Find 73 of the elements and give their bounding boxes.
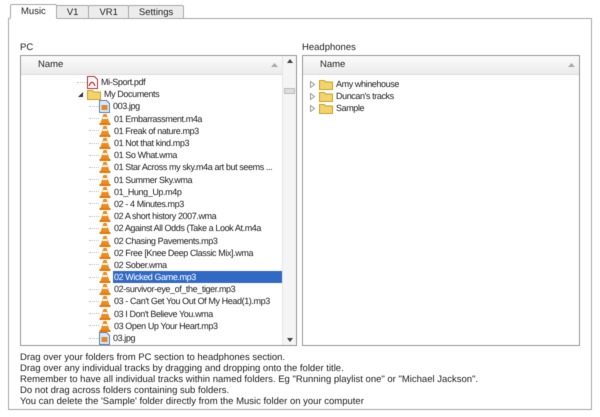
tree-item[interactable]: 03.jpg: [112, 332, 136, 344]
instruction-text: Drag over any individual tracks by dragging and dropping onto the folder title.: [20, 363, 345, 374]
traffic-cone-icon: [99, 308, 111, 320]
tree-item[interactable]: 02-survivor-eye_of_the_tiger.mp3: [113, 283, 236, 296]
traffic-cone-icon: [99, 283, 111, 296]
section-label: PC: [20, 41, 34, 55]
traffic-cone-icon: [99, 161, 111, 174]
traffic-cone-icon: [99, 246, 111, 259]
traffic-cone-icon: [99, 320, 111, 332]
collapsed-arrow-icon[interactable]: [309, 92, 316, 100]
folder-icon: [87, 88, 101, 100]
tree-item[interactable]: 03 Open Up Your Heart.mp3: [113, 320, 219, 332]
section-label: Headphones: [302, 41, 357, 55]
traffic-cone-icon: [99, 198, 111, 210]
tree-item[interactable]: 01 Not that kind.mp3: [113, 137, 190, 150]
tree-item[interactable]: 003.jpg: [112, 100, 141, 112]
tree-item[interactable]: 02 Sober.wma: [113, 258, 168, 271]
traffic-cone-icon: [99, 295, 111, 308]
traffic-cone-icon: [99, 271, 111, 284]
instruction-text: Remember to have all individual tracks within named folders. Eg "Running playlist one" or "Michael Jackson".: [20, 374, 480, 385]
tree-item[interactable]: 01 Summer Sky.wma: [113, 174, 194, 186]
image-file-icon: [99, 332, 110, 345]
instruction-text: Do not drag across folders containing sub folders.: [20, 385, 230, 396]
tree-item[interactable]: 02 - 4 Minutes.mp3: [113, 198, 185, 210]
tree-item[interactable]: 02 Wicked Game.mp3: [113, 271, 282, 284]
folder-icon: [319, 102, 333, 114]
tree-item[interactable]: 02 Free [Knee Deep Classic Mix].wma: [113, 246, 254, 259]
traffic-cone-icon: [99, 258, 111, 271]
column-header[interactable]: Name: [303, 56, 579, 75]
tree-item[interactable]: 03 I Don't Believe You.wma: [113, 308, 214, 320]
scroll-up-icon[interactable]: [286, 59, 292, 63]
traffic-cone-icon: [99, 222, 111, 234]
tab[interactable]: V1: [56, 5, 90, 19]
tab[interactable]: VR1: [88, 5, 129, 19]
tab[interactable]: Settings: [128, 5, 184, 19]
tree-item[interactable]: 03 - Can't Get You Out Of My Head(1).mp3: [113, 295, 271, 308]
scroll-down-icon[interactable]: [286, 338, 292, 342]
tree-item[interactable]: 01 Star Across my sky.m4a art but seems ...: [113, 161, 274, 174]
folder-icon: [319, 78, 333, 90]
traffic-cone-icon: [99, 186, 111, 198]
tree-item[interactable]: 02 Chasing Pavements.mp3: [113, 234, 218, 247]
tree-item[interactable]: 01 Freak of nature.mp3: [113, 124, 200, 137]
traffic-cone-icon: [99, 234, 111, 247]
tree-item[interactable]: 01_Hung_Up.m4p: [113, 186, 182, 198]
collapsed-arrow-icon[interactable]: [309, 80, 316, 88]
instruction-text: You can delete the 'Sample' folder directly from the Music folder on your computer: [20, 396, 365, 407]
scrollbar[interactable]: [282, 56, 296, 345]
traffic-cone-icon: [99, 174, 111, 186]
tree-item[interactable]: Duncan's tracks: [335, 90, 395, 102]
image-file-icon: [99, 100, 110, 113]
tree-item[interactable]: 01 So What.wma: [113, 149, 178, 162]
tab[interactable]: Music: [10, 4, 57, 19]
document-icon: [87, 76, 98, 89]
tree-item[interactable]: My Documents: [103, 88, 160, 100]
tree-item[interactable]: Amy whinehouse: [335, 78, 400, 90]
scroll-thumb[interactable]: [284, 88, 295, 94]
sort-arrow-icon: [568, 63, 575, 67]
instruction-text: Drag over your folders from PC section to headphones section.: [20, 352, 286, 363]
traffic-cone-icon: [99, 210, 111, 222]
tree-item[interactable]: 02 A short history 2007.wma: [113, 210, 218, 222]
folder-icon: [319, 90, 333, 102]
column-header[interactable]: Name: [21, 56, 282, 75]
expanded-arrow-icon[interactable]: [77, 90, 84, 98]
tree-item[interactable]: Sample: [335, 102, 366, 114]
sort-arrow-icon: [271, 63, 278, 67]
collapsed-arrow-icon[interactable]: [309, 104, 316, 112]
traffic-cone-icon: [99, 124, 111, 137]
tree-item[interactable]: Mi-Sport.pdf: [100, 76, 146, 88]
traffic-cone-icon: [99, 112, 111, 125]
traffic-cone-icon: [99, 137, 111, 150]
traffic-cone-icon: [99, 149, 111, 162]
tree-item[interactable]: 02 Against All Odds (Take a Look At.m4a: [113, 222, 262, 234]
tree-item[interactable]: 01 Embarrassment.m4a: [113, 112, 204, 125]
